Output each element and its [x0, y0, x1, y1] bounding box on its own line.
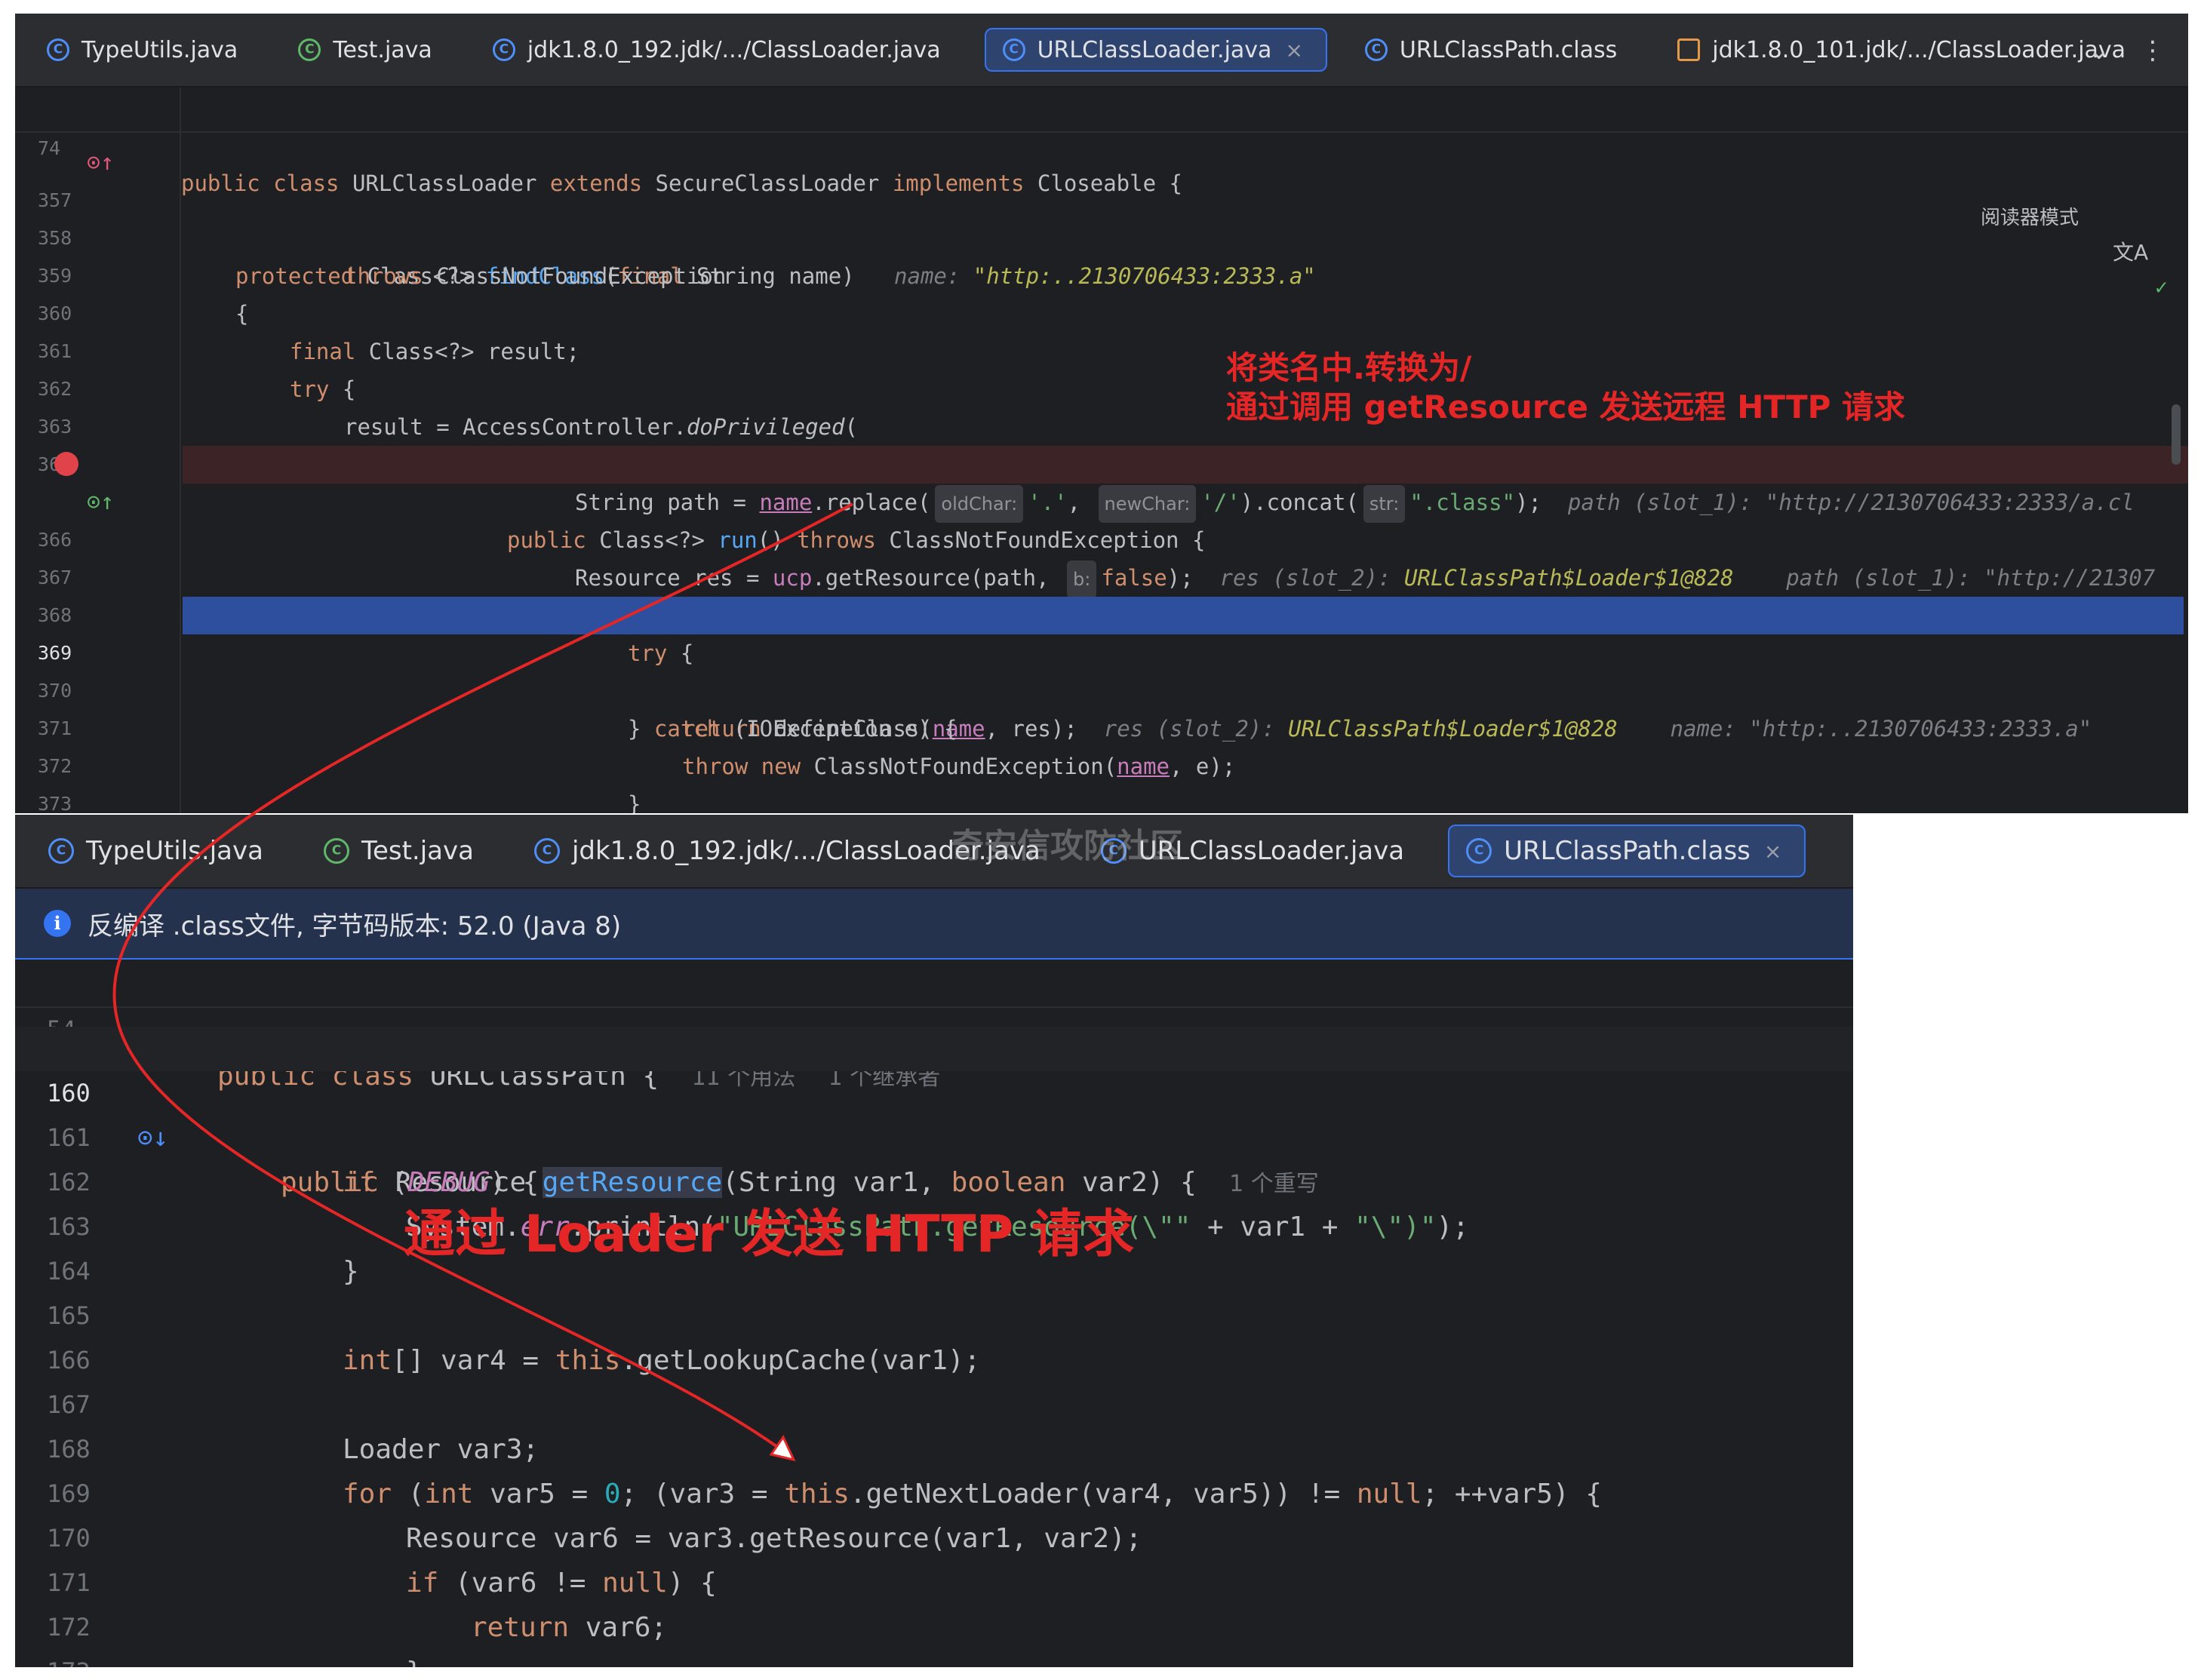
class-icon	[1466, 838, 1492, 864]
code-line: 160 ⊙↓ public Resource getResource(Strin…	[15, 1027, 1853, 1198]
tab-classloader-192[interactable]: jdk1.8.0_192.jdk/.../ClassLoader.java	[476, 28, 964, 72]
code-line: 370 } catch (IOException e) {	[38, 680, 958, 742]
top-tab-bar: TypeUtils.java Test.java jdk1.8.0_192.jd…	[15, 14, 2188, 88]
class-run-icon	[298, 38, 321, 61]
more-options-icon[interactable]: ⋮	[2140, 35, 2166, 66]
breakpoint-line: String path = name.replace(oldChar: '.', …	[183, 446, 2188, 523]
code-line: 173 }	[15, 1605, 1853, 1667]
tab-classloader-101[interactable]: jdk1.8.0_101.jdk/.../ClassLoader.java	[1661, 28, 2148, 72]
code-line: 172 }	[47, 1613, 423, 1667]
code-line: 169 Resource var6 = var3.getResource(var…	[47, 1479, 1142, 1554]
code-line: 161 if (DEBUG) {	[47, 1123, 539, 1198]
class-icon	[533, 838, 560, 864]
code-line: 166	[47, 1346, 91, 1374]
tab-typeutils[interactable]: TypeUtils.java	[32, 825, 286, 877]
breakpoint-icon[interactable]	[54, 452, 78, 476]
tab-test[interactable]: Test.java	[281, 28, 454, 72]
code-line: 366 Resource res = ucp.getResource(path,…	[15, 484, 2188, 598]
code-line: 371 throw new ClassNotFoundException(nam…	[38, 717, 1236, 779]
sticky-class-header: 54 public class URLClassPath { 11 个用法 1 …	[15, 960, 1853, 1092]
info-icon: i	[44, 910, 71, 937]
code-line: 367 if (res != null) {	[38, 567, 812, 628]
code-line: 373 } else {	[38, 793, 72, 813]
code-line: 171 return var6;	[47, 1568, 668, 1643]
close-icon[interactable]: ×	[1285, 38, 1302, 63]
class-icon	[1002, 38, 1025, 61]
class-icon	[492, 38, 515, 61]
annotation-replace-and-request: 将类名中.转换为/ 通过调用 getResource 发送远程 HTTP 请求	[1226, 349, 1906, 425]
tab-test[interactable]: Test.java	[307, 825, 496, 877]
class-run-icon	[323, 838, 349, 864]
java-file-icon	[1677, 38, 1701, 61]
tab-urlclasspath[interactable]: URLClassPath.class×	[1448, 825, 1806, 877]
code-line: 167 Loader var3;	[47, 1390, 539, 1465]
code-line: 368 try {	[38, 604, 694, 666]
tab-urlclasspath[interactable]: URLClassPath.class	[1348, 28, 1640, 72]
code-line: 170 if (var6 != null) {	[47, 1524, 717, 1599]
sticky-class-header: 74 public class URLClassLoader extends S…	[15, 97, 2188, 299]
tab-typeutils[interactable]: TypeUtils.java	[30, 28, 260, 72]
chevron-down-icon[interactable]: ⌄	[2089, 35, 2110, 66]
scrollbar[interactable]	[2172, 404, 2181, 465]
class-icon	[1364, 38, 1388, 61]
code-line: 357 ⊙↑ protected Class<?> findClass(fina…	[15, 144, 2188, 289]
code-line: 168 for (int var5 = 0; (var3 = this.getN…	[47, 1435, 1602, 1510]
override-icon[interactable]: ⊙↑	[87, 144, 114, 182]
code-line: 361 try {	[38, 340, 356, 402]
class-icon	[48, 838, 74, 864]
annotation-loader-request: 通过 Loader 发送 HTTP 请求	[404, 1205, 1135, 1264]
decompiled-info-banner: i 反编译 .class文件, 字节码版本: 52.0 (Java 8)	[15, 889, 1853, 960]
class-icon	[47, 38, 69, 61]
tab-urlclassloader[interactable]: URLClassLoader.java×	[984, 28, 1327, 72]
current-execution-line: 369 return defineClass(name, res); res (…	[15, 597, 2188, 742]
code-line: 162 System.err.println("URLClassPath.get…	[47, 1168, 1469, 1242]
code-line: 374 return null;	[15, 785, 2188, 813]
watermark: 奇安信攻防社区	[951, 827, 1183, 865]
code-line: 372 }	[38, 755, 641, 813]
bottom-tab-bar: TypeUtils.java Test.java jdk1.8.0_192.jd…	[15, 815, 1853, 889]
code-line: 358 throws ClassNotFoundException	[38, 227, 727, 289]
close-icon[interactable]: ×	[1764, 839, 1781, 864]
code-line: 360 final Class<?> result;	[38, 303, 580, 364]
code-line: 359 {	[38, 265, 249, 327]
